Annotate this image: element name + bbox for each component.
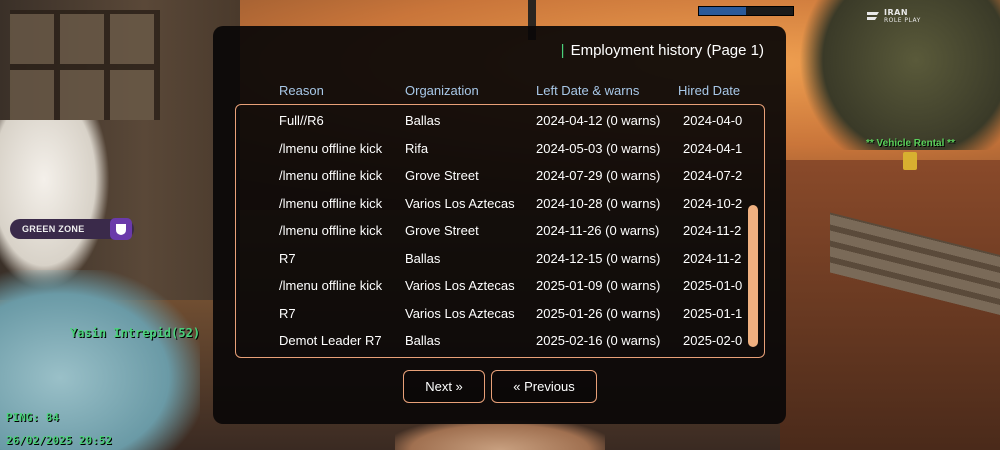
previous-page-button[interactable]: « Previous [491, 370, 597, 403]
column-header-organization: Organization [405, 83, 479, 98]
cell-hired-date: 2024-11-2 [683, 223, 742, 238]
table-row[interactable]: /lmenu offline kick Rifa 2024-05-03 (0 war… [236, 135, 746, 163]
cell-hired-date: 2024-04-0 [683, 113, 743, 128]
cell-organization: Grove Street [405, 223, 479, 238]
cell-left-date: 2025-02-16 (0 warns) [536, 333, 661, 348]
cell-organization: Ballas [405, 113, 441, 128]
logo-text-line1: IRAN [884, 8, 909, 17]
cell-hired-date: 2025-01-0 [683, 278, 743, 293]
employment-history-dialog: | Employment history (Page 1) Reason Orga… [213, 26, 786, 424]
column-header-hired-date: Hired Date [678, 83, 741, 98]
table-row[interactable]: Full//R6 Ballas 2024-04-12 (0 warns) 2024-0… [236, 107, 746, 135]
cell-left-date: 2024-05-03 (0 warns) [536, 140, 661, 156]
cell-organization: Grove Street [405, 168, 479, 183]
cell-left-date: 2024-04-12 (0 warns) [536, 113, 661, 128]
cell-organization: Varios Los Aztecas [405, 305, 515, 321]
cell-hired-date: 2024-10-2 [683, 195, 743, 211]
table-row[interactable]: /lmenu offline kick Varios Los Aztecas 202… [236, 190, 746, 218]
cell-left-date: 2024-12-15 (0 warns) [536, 250, 661, 266]
health-bar-fill [699, 7, 746, 15]
cell-reason: R7 [279, 305, 296, 321]
history-table[interactable]: Full//R6 Ballas 2024-04-12 (0 warns) 2024-0… [235, 104, 765, 358]
cell-organization: Varios Los Aztecas [405, 278, 515, 293]
cell-reason: /lmenu offline kick [279, 195, 383, 211]
cell-hired-date: 2025-02-0 [683, 333, 743, 348]
cell-hired-date: 2025-01-1 [683, 305, 743, 321]
table-row[interactable]: /lmenu offline kick Grove Street 2024-07-2… [236, 162, 746, 190]
next-page-button[interactable]: Next » [403, 370, 485, 403]
scrollbar[interactable] [748, 113, 758, 349]
table-row[interactable]: R7 Ballas 2024-12-15 (0 warns) 2024-11-2 [236, 245, 746, 273]
cell-reason: /lmenu offline kick [279, 140, 383, 156]
server-logo: IRAN ROLE PLAY [866, 8, 928, 26]
cell-reason: R7 [279, 250, 296, 266]
player-nametag: Yasin Intrepid(52) [70, 326, 201, 340]
cell-organization: Rifa [405, 140, 429, 156]
npc-character [395, 420, 605, 450]
ping-readout: PING: 84 [6, 411, 59, 424]
server-logo-icon [867, 12, 879, 20]
table-row[interactable]: /lmenu offline kick Varios Los Aztecas 202… [236, 272, 746, 300]
vehicle-rental-label: ** Vehicle Rental ** [866, 138, 955, 149]
cell-reason: Demot Leader R7 [279, 333, 382, 348]
cell-hired-date: 2024-04-1 [683, 140, 743, 156]
table-row[interactable]: /lmenu offline kick Grove Street 2024-11-2… [236, 217, 746, 245]
table-row[interactable]: R7 Varios Los Aztecas 2025-01-26 (0 warns)… [236, 300, 746, 328]
column-header-left-date: Left Date & warns [536, 83, 640, 98]
column-header-reason: Reason [279, 83, 324, 98]
logo-text-line2: ROLE PLAY [884, 17, 921, 24]
cell-organization: Ballas [405, 333, 441, 348]
cell-hired-date: 2024-11-2 [683, 250, 742, 266]
dialog-title-text: Employment history (Page 1) [570, 42, 764, 59]
cell-organization: Ballas [405, 250, 441, 266]
pickup-icon [903, 152, 917, 170]
zone-label: GREEN ZONE [22, 224, 85, 234]
cell-organization: Varios Los Aztecas [405, 195, 515, 211]
cell-left-date: 2024-10-28 (0 warns) [536, 195, 661, 211]
cell-left-date: 2024-07-29 (0 warns) [536, 168, 661, 183]
table-row[interactable]: Demot Leader R7 Ballas 2025-02-16 (0 warns… [236, 327, 746, 355]
datetime-readout: 26/02/2025 20:52 [6, 434, 112, 447]
cell-left-date: 2025-01-26 (0 warns) [536, 305, 661, 321]
cell-reason: /lmenu offline kick [279, 168, 383, 183]
cell-reason: /lmenu offline kick [279, 278, 383, 293]
history-rows: Full//R6 Ballas 2024-04-12 (0 warns) 2024-0… [236, 107, 746, 355]
player-character-head [0, 120, 110, 290]
cell-left-date: 2025-01-09 (0 warns) [536, 278, 661, 293]
title-marker: | [560, 42, 565, 59]
shield-icon [110, 218, 132, 240]
green-zone-badge: GREEN ZONE [10, 218, 134, 240]
cell-hired-date: 2024-07-2 [683, 168, 743, 183]
cell-reason: Full//R6 [279, 113, 324, 128]
cell-reason: /lmenu offline kick [279, 223, 383, 238]
cell-left-date: 2024-11-26 (0 warns) [536, 223, 660, 238]
dialog-title: | Employment history (Page 1) [561, 42, 764, 59]
building-windows [10, 10, 160, 120]
scrollbar-thumb[interactable] [748, 205, 758, 347]
health-bar [698, 6, 794, 16]
